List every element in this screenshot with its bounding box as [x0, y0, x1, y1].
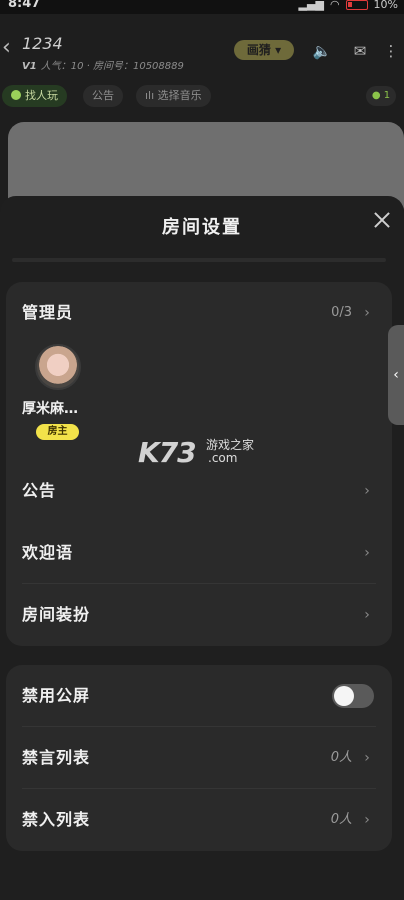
row-decoration-label: 房间装扮: [22, 605, 91, 624]
room-meta: V1 人气：10 · 房间号：10508889: [22, 57, 184, 72]
ban-list-count: 0人: [330, 812, 352, 827]
online-count-value: 1: [383, 90, 391, 101]
side-drawer-handle[interactable]: ‹: [388, 325, 404, 425]
back-arrow-icon[interactable]: ‹: [2, 37, 16, 59]
row-welcome-message[interactable]: 欢迎语 ›: [6, 522, 392, 584]
admin-count: 0/3: [331, 305, 352, 320]
game-mode-label: 画猜: [246, 43, 271, 57]
chevron-right-icon: ›: [364, 750, 370, 766]
chip-select-music-label: 选择音乐: [157, 89, 202, 102]
watermark-domain: .com: [208, 451, 238, 465]
watermark: K73 游戏之家 .com: [138, 434, 278, 474]
sheet-title: 房间设置: [162, 217, 242, 238]
row-welcome-label: 欢迎语: [22, 543, 74, 562]
battery-level: 10%: [373, 0, 398, 11]
top-separator: [12, 258, 386, 262]
mute-list-count: 0人: [330, 750, 352, 765]
room-meta-text: 人气：10 · 房间号：10508889: [40, 61, 184, 72]
admin-row[interactable]: 管理员 0/3 ›: [6, 282, 392, 344]
room-level: V1: [22, 61, 37, 72]
music-icon: ılı: [145, 89, 158, 102]
chevron-right-icon: ›: [364, 812, 370, 828]
battery-icon: [345, 0, 368, 10]
row-mute-list[interactable]: 禁言列表 0人 ›: [6, 727, 392, 789]
settings-card-2: 禁用公屏 禁言列表 0人 › 禁入列表 0人 ›: [6, 665, 392, 851]
owner-badge: 房主: [36, 424, 79, 440]
chevron-right-icon: ›: [364, 607, 370, 623]
wifi-icon: ◠: [329, 0, 340, 11]
disable-public-screen-toggle[interactable]: [332, 684, 374, 708]
mute-list-label: 禁言列表: [22, 748, 91, 767]
row-announcement-label: 公告: [22, 481, 57, 500]
admin-label: 管理员: [22, 303, 74, 322]
chip-find-players[interactable]: 找人玩: [2, 85, 67, 107]
ban-list-label: 禁入列表: [22, 810, 91, 829]
speaker-icon[interactable]: 🔈: [312, 42, 332, 60]
row-ban-list[interactable]: 禁入列表 0人 ›: [6, 789, 392, 851]
status-bar: 8:47 ▂▄▆ ◠ 10%: [0, 0, 404, 14]
mail-icon[interactable]: ✉: [350, 42, 370, 60]
row-room-decoration[interactable]: 房间装扮 ›: [6, 584, 392, 646]
chip-select-music[interactable]: ılı 选择音乐: [136, 85, 211, 107]
chevron-right-icon: ›: [364, 305, 370, 321]
chip-find-players-label: 找人玩: [25, 89, 58, 102]
toggle-knob: [334, 686, 354, 706]
online-count[interactable]: ● 1: [366, 86, 396, 106]
status-time: 8:47: [8, 0, 41, 11]
signal-icon: ▂▄▆: [298, 0, 324, 11]
disable-public-screen-label: 禁用公屏: [22, 686, 91, 705]
close-icon[interactable]: [372, 210, 392, 230]
more-icon[interactable]: ⋮: [381, 42, 401, 60]
admin-name: 厚米麻…: [22, 401, 78, 417]
watermark-logo: K73: [138, 436, 197, 469]
room-name: 1234: [22, 34, 63, 53]
chevron-right-icon: ›: [364, 483, 370, 499]
chevron-right-icon: ›: [364, 545, 370, 561]
chip-announcement-label: 公告: [92, 89, 114, 102]
find-players-icon: [11, 90, 21, 100]
chevron-left-icon: ‹: [393, 367, 399, 383]
room-settings-sheet: 房间设置 管理员 0/3 › 厚米麻… 房主 公告 › 欢迎语 › 房间装扮 ›…: [0, 196, 404, 900]
game-mode-pill[interactable]: 画猜 ▾: [234, 40, 294, 60]
avatar[interactable]: [35, 344, 81, 390]
row-disable-public-screen: 禁用公屏: [6, 665, 392, 727]
chip-announcement[interactable]: 公告: [83, 85, 123, 107]
